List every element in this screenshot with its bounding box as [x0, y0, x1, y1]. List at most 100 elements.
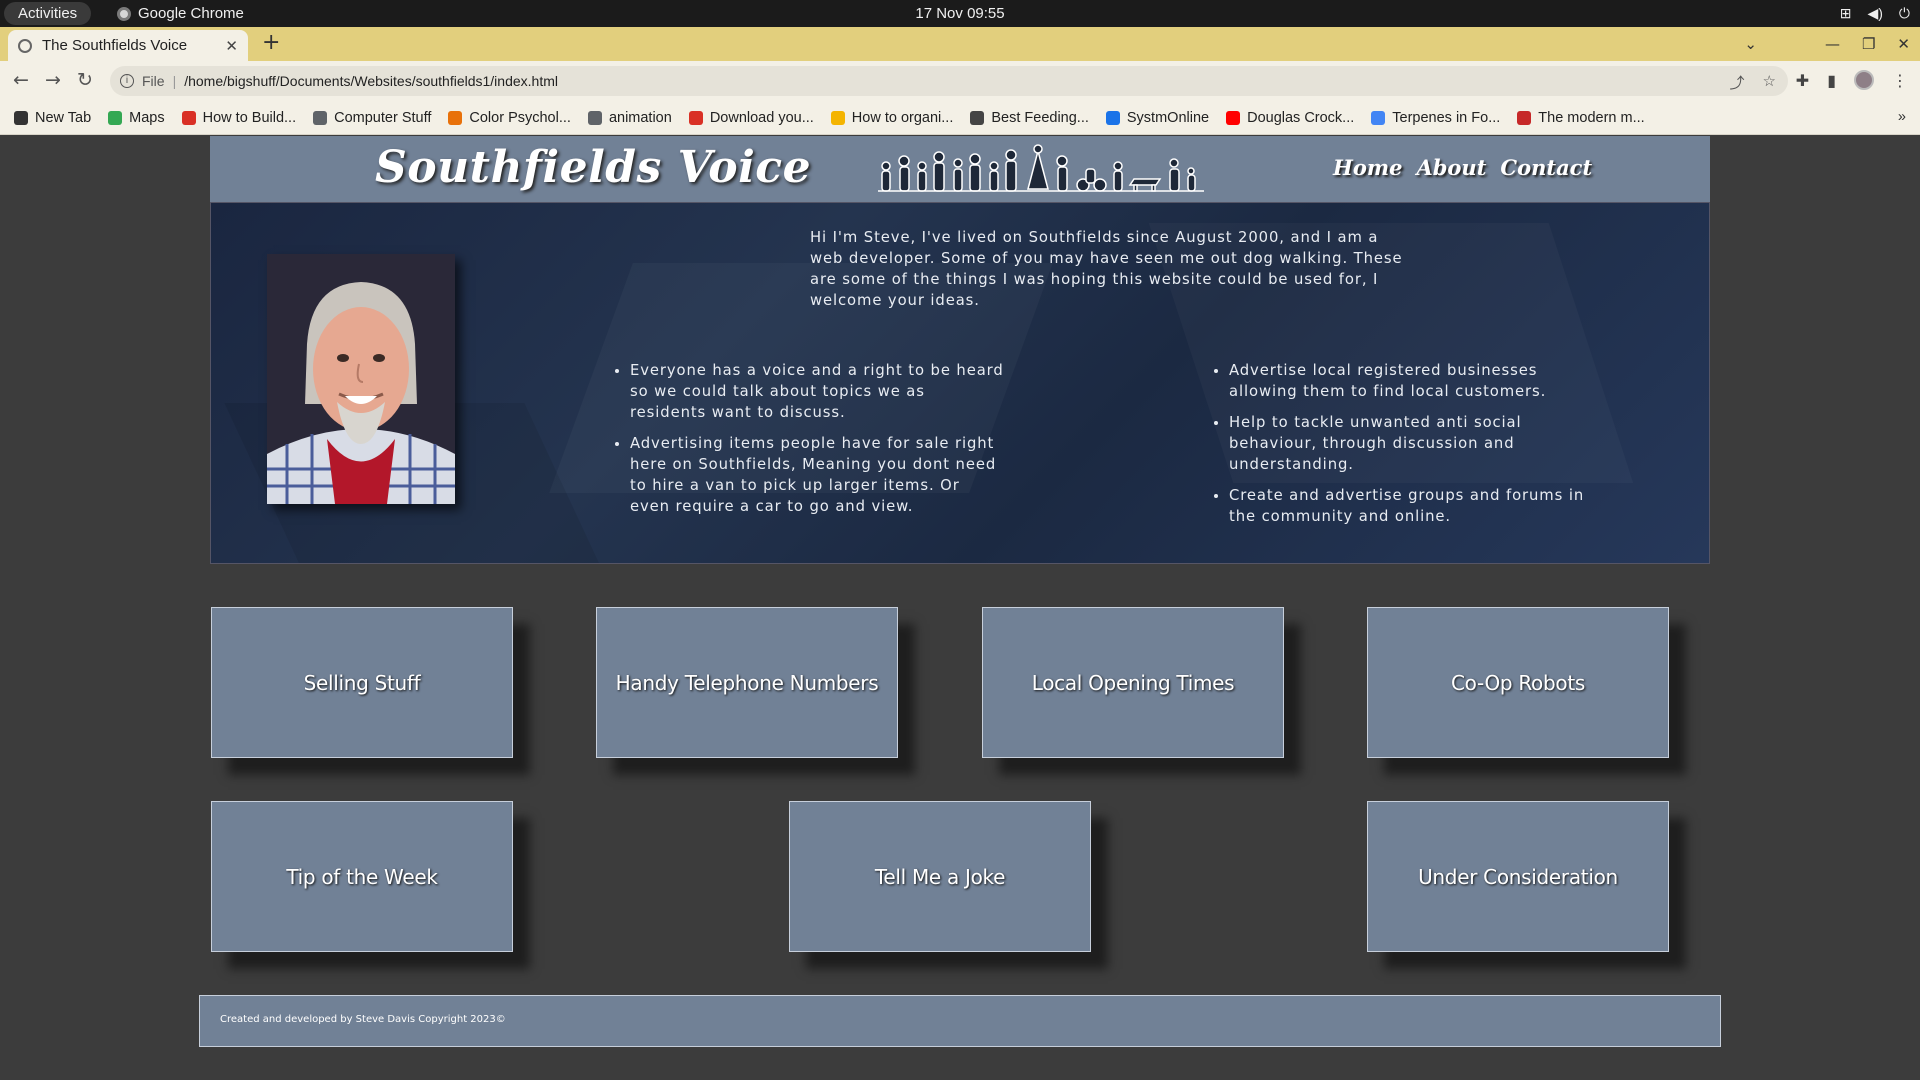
- globe-icon: [18, 38, 32, 53]
- side-panel-icon[interactable]: ▮: [1827, 71, 1836, 90]
- bookmark-label: How to Build...: [202, 109, 297, 126]
- bookmark-label: The modern m...: [1538, 109, 1645, 126]
- bookmark-item[interactable]: Best Feeding...: [970, 110, 1089, 126]
- app-menu[interactable]: Google Chrome: [117, 0, 244, 27]
- goals-list-left: Everyone has a voice and a right to be h…: [630, 360, 1005, 527]
- bookmarks-bar: New Tab Maps How to Build... Computer Stuff…: [0, 101, 1920, 135]
- bookmark-icon: [108, 110, 123, 125]
- goal-item: Help to tackle unwanted anti social beha…: [1229, 412, 1604, 475]
- url-scheme: File: [142, 73, 165, 89]
- bookmark-label: How to organi...: [851, 109, 954, 126]
- nav-home-link[interactable]: Home: [1333, 155, 1402, 180]
- bookmark-icon: [830, 110, 845, 125]
- bookmark-label: Terpenes in Fo...: [1392, 109, 1501, 126]
- browser-tab[interactable]: The Southfields Voice ✕: [8, 30, 248, 61]
- site-nav: Home About Contact: [1333, 155, 1592, 180]
- goal-item: Advertise local registered businesses al…: [1229, 360, 1604, 402]
- bookmark-item[interactable]: SystmOnline: [1105, 109, 1210, 126]
- hero-section: Hi I'm Steve, I've lived on Southfields …: [210, 202, 1710, 564]
- nav-about-link[interactable]: About: [1416, 155, 1486, 180]
- bookmark-icon: [181, 110, 196, 125]
- bookmark-item[interactable]: Maps: [108, 109, 165, 126]
- bookmark-item[interactable]: Terpenes in Fo...: [1371, 110, 1500, 126]
- info-icon[interactable]: i: [120, 74, 134, 88]
- bookmark-icon: [313, 110, 328, 125]
- close-window-icon[interactable]: ✕: [1897, 35, 1910, 53]
- community-silhouette-image: [878, 144, 1204, 192]
- tab-title: The Southfields Voice: [42, 37, 188, 54]
- bookmark-item[interactable]: The modern m...: [1517, 109, 1645, 126]
- bookmark-item[interactable]: Color Psychol...: [448, 110, 571, 126]
- card-co-op-robots[interactable]: Co-Op Robots: [1367, 607, 1669, 758]
- bookmark-icon: [587, 110, 602, 125]
- author-photo: [267, 254, 455, 504]
- card-selling-stuff[interactable]: Selling Stuff: [211, 607, 513, 758]
- bookmark-label: New Tab: [35, 109, 92, 126]
- goals-list-right: Advertise local registered businesses al…: [1229, 360, 1604, 537]
- site-brand[interactable]: Southfields Voice: [375, 142, 811, 193]
- goal-item: Everyone has a voice and a right to be h…: [630, 360, 1005, 423]
- restore-icon[interactable]: ❐: [1862, 35, 1875, 53]
- tab-search-icon[interactable]: ⌄: [1744, 35, 1757, 53]
- new-tab-button[interactable]: +: [262, 32, 280, 54]
- bookmark-icon: [1105, 110, 1120, 125]
- toolbar-actions: ✚ ▮ ⋮: [1796, 70, 1908, 90]
- menu-icon[interactable]: ⋮: [1892, 71, 1908, 90]
- bookmark-item[interactable]: Douglas Crock...: [1226, 110, 1354, 126]
- address-bar[interactable]: i File | /home/bigshuff/Documents/Websit…: [110, 66, 1788, 96]
- extensions-icon[interactable]: ✚: [1796, 71, 1809, 90]
- close-tab-icon[interactable]: ✕: [225, 37, 238, 55]
- bookmark-label: SystmOnline: [1126, 109, 1210, 126]
- network-icon[interactable]: ⊞: [1840, 5, 1852, 22]
- bookmark-item[interactable]: animation: [587, 110, 672, 126]
- tab-strip: The Southfields Voice ✕: [0, 27, 1920, 61]
- bookmark-icon: [1226, 110, 1241, 125]
- card-under-consideration[interactable]: Under Consideration: [1367, 801, 1669, 952]
- bookmark-icon: [688, 110, 703, 125]
- app-name: Google Chrome: [138, 5, 244, 22]
- bookmark-item[interactable]: How to Build...: [181, 109, 297, 126]
- bookmark-label: Best Feeding...: [991, 109, 1089, 126]
- footer-credit: Created and developed by Steve Davis Cop…: [220, 1014, 506, 1025]
- bookmark-icon: [970, 110, 985, 125]
- card-tell-me-a-joke[interactable]: Tell Me a Joke: [789, 801, 1091, 952]
- power-icon[interactable]: ⏻: [1899, 5, 1910, 22]
- volume-icon[interactable]: ◀): [1867, 5, 1882, 22]
- system-top-bar: Activities Google Chrome 17 Nov 09:55 ⊞ …: [0, 0, 1920, 27]
- url-separator: |: [172, 73, 177, 89]
- nav-contact-link[interactable]: Contact: [1500, 155, 1592, 180]
- profile-avatar[interactable]: [1854, 70, 1874, 90]
- activities-button[interactable]: Activities: [4, 2, 92, 25]
- bookmark-label: Maps: [129, 109, 165, 126]
- bookmark-icon: [1371, 110, 1386, 125]
- clock[interactable]: 17 Nov 09:55: [0, 0, 1920, 27]
- bookmark-label: Color Psychol...: [469, 109, 571, 126]
- omnibox-actions: ⤴ ☆: [1730, 72, 1776, 93]
- reload-icon[interactable]: ↻: [77, 70, 93, 90]
- bookmark-label: Computer Stuff: [334, 109, 432, 126]
- card-telephone-numbers[interactable]: Handy Telephone Numbers: [596, 607, 898, 758]
- back-icon[interactable]: ←: [13, 70, 29, 90]
- bookmark-star-icon[interactable]: ☆: [1763, 72, 1776, 93]
- bookmark-item[interactable]: How to organi...: [830, 109, 954, 126]
- bookmark-icon: [448, 110, 463, 125]
- system-tray[interactable]: ⊞ ◀) ⏻: [1840, 0, 1910, 27]
- bookmark-label: Douglas Crock...: [1247, 109, 1355, 126]
- bookmark-item[interactable]: Computer Stuff: [313, 110, 431, 126]
- url-text[interactable]: /home/bigshuff/Documents/Websites/southf…: [184, 73, 558, 89]
- bookmark-item[interactable]: Download you...: [688, 109, 814, 126]
- bookmark-item[interactable]: New Tab: [14, 110, 91, 126]
- goal-item: Advertising items people have for sale r…: [630, 433, 1005, 517]
- forward-icon[interactable]: →: [45, 70, 61, 90]
- bookmarks-overflow-button[interactable]: »: [1898, 109, 1906, 125]
- card-tip-of-the-week[interactable]: Tip of the Week: [211, 801, 513, 952]
- card-opening-times[interactable]: Local Opening Times: [982, 607, 1284, 758]
- site-header: Southfields Voice Home About Contact: [210, 136, 1710, 202]
- site-footer: Created and developed by Steve Davis Cop…: [199, 995, 1721, 1047]
- minimize-icon[interactable]: —: [1825, 35, 1840, 53]
- window-controls: ⌄ — ❐ ✕: [1744, 35, 1910, 53]
- bookmark-label: Download you...: [709, 109, 814, 126]
- share-icon[interactable]: ⤴: [1730, 72, 1745, 93]
- bookmark-icon: [14, 110, 28, 125]
- web-page: Southfields Voice Home About Contact Hi …: [0, 136, 1920, 1080]
